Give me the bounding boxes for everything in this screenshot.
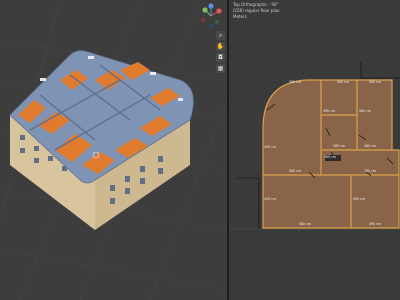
dimension-label: 580 cm: [364, 169, 376, 173]
hand-pan-icon[interactable]: ✋: [216, 42, 225, 51]
unit-system: Meters: [233, 14, 247, 19]
ortho-grid: 580 cm 580 cm 580 cm 490 cm 490 cm 580 c…: [229, 0, 400, 300]
building-3d-model[interactable]: [9, 50, 194, 230]
viewport-3d[interactable]: ⌕ ✋ ◘ ▦: [0, 0, 227, 300]
dimension-label: 580 cm: [289, 80, 301, 84]
camera-icon[interactable]: ◘: [216, 53, 225, 62]
dimension-label: 580 cm: [299, 222, 311, 226]
dimension-label: 580 cm: [333, 144, 345, 148]
perspective-grid: [0, 0, 227, 300]
dimension-label: 490 cm: [323, 109, 335, 113]
dimension-label: 490 cm: [353, 197, 365, 201]
viewport-top-orthographic[interactable]: 580 cm 580 cm 580 cm 490 cm 490 cm 580 c…: [229, 0, 400, 300]
navigation-gizmo[interactable]: [197, 2, 225, 30]
grid-perspective-icon[interactable]: ▦: [216, 64, 225, 73]
dimension-label: 560 cm: [324, 155, 336, 159]
dimension-label: 480 cm: [364, 144, 376, 148]
dimension-label: 580 cm: [337, 80, 349, 84]
dimension-label: 580 cm: [359, 109, 371, 113]
dimension-label: 580 cm: [369, 80, 381, 84]
dimension-label: 490 cm: [264, 197, 276, 201]
dimension-label: 490 cm: [264, 145, 276, 149]
dimension-label: 580 cm: [289, 169, 301, 173]
zoom-icon[interactable]: ⌕: [216, 31, 225, 40]
floor-plan[interactable]: [262, 79, 400, 229]
viewport-info-overlay: Top Orthographic - 90° (256) regular flo…: [233, 2, 280, 20]
dimension-label: 490 cm: [369, 222, 381, 226]
